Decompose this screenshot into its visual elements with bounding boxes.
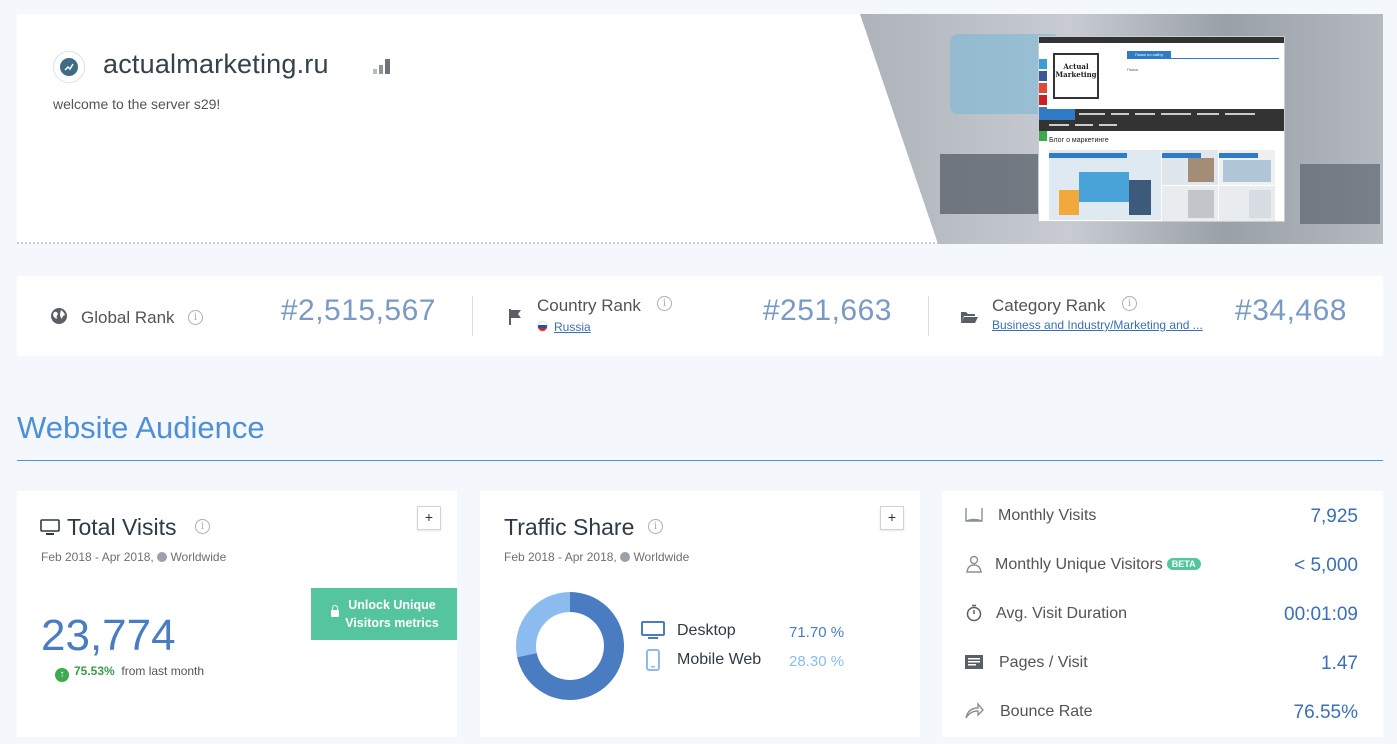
country-rank: Country Rank i Russia #251,663 — [473, 276, 928, 356]
metric-avg-visit-duration: Avg. Visit Duration 00:01:09 — [942, 600, 1383, 630]
section-divider — [17, 460, 1383, 461]
lock-icon — [331, 605, 339, 617]
total-visits-value: 23,774 — [41, 611, 176, 660]
category-link[interactable]: Business and Industry/Marketing and ... — [992, 318, 1207, 332]
globe-icon — [51, 308, 67, 324]
metric-monthly-visits: Monthly Visits 7,925 — [942, 502, 1383, 532]
mobile-web-label: Mobile Web — [677, 651, 762, 668]
add-to-dashboard-button[interactable]: + — [880, 506, 904, 530]
total-visits-period: Feb 2018 - Apr 2018, Worldwide — [41, 550, 227, 564]
preview-blog-title: Блог о маркетинге — [1049, 137, 1109, 144]
info-icon[interactable]: i — [648, 519, 663, 534]
mobile-web-share: 28.30 % — [789, 653, 845, 670]
metric-pages-per-visit: Pages / Visit 1.47 — [942, 649, 1383, 679]
country-rank-value: #251,663 — [762, 294, 892, 327]
stopwatch-icon — [966, 604, 982, 622]
total-visits-change: ↑ 75.53% from last month — [55, 664, 204, 682]
globe-small-icon — [620, 552, 631, 562]
beta-badge: BETA — [1166, 558, 1201, 570]
site-header: actualmarketing.ru welcome to the server… — [17, 14, 1383, 244]
site-preview[interactable]: Actual Marketing Поиск по сайту Поиск Бло… — [860, 14, 1383, 244]
country-rank-label: Country Rank — [537, 296, 641, 315]
globe-small-icon — [157, 552, 168, 562]
unlock-unique-visitors-button[interactable]: Unlock Unique Visitors metrics — [311, 588, 457, 640]
rank-strip: Global Rank i #2,515,567 Country Rank i … — [17, 276, 1383, 356]
folder-icon — [961, 312, 978, 323]
global-rank-value: #2,515,567 — [280, 294, 436, 327]
global-rank-label: Global Rank — [81, 308, 175, 327]
flag-icon — [509, 309, 521, 325]
site-name: actualmarketing.ru — [103, 49, 329, 79]
desktop-share: 71.70 % — [789, 624, 845, 641]
section-title: Website Audience — [17, 410, 265, 445]
metric-monthly-unique-visitors: Monthly Unique Visitors BETA < 5,000 — [942, 551, 1383, 581]
header-divider — [17, 242, 947, 244]
traffic-share-title: Traffic Share — [504, 514, 635, 540]
pages-icon — [965, 655, 983, 669]
mobile-icon — [646, 649, 660, 671]
donut-slice-mobile-web[interactable] — [516, 592, 570, 658]
info-icon[interactable]: i — [188, 310, 203, 325]
up-arrow-icon: ↑ — [55, 668, 69, 682]
category-rank: Category Rank i Business and Industry/Ma… — [929, 276, 1383, 356]
rank-bars-icon[interactable] — [373, 56, 393, 76]
user-icon — [966, 555, 982, 573]
site-description: welcome to the server s29! — [53, 96, 221, 112]
metric-bounce-rate: Bounce Rate 76.55% — [942, 698, 1383, 728]
category-rank-value: #34,468 — [1235, 294, 1347, 327]
traffic-share-donut — [516, 592, 624, 700]
preview-search-button: Поиск по сайту — [1127, 51, 1171, 59]
global-rank: Global Rank i #2,515,567 — [17, 276, 472, 356]
desktop-icon — [641, 621, 665, 639]
category-rank-label: Category Rank — [992, 296, 1106, 315]
total-visits-card: Total Visits i Feb 2018 - Apr 2018, Worl… — [17, 491, 457, 737]
traffic-share-period: Feb 2018 - Apr 2018, Worldwide — [504, 550, 690, 564]
add-to-dashboard-button[interactable]: + — [417, 506, 441, 530]
site-favicon — [53, 51, 85, 83]
preview-logo: Actual Marketing — [1053, 53, 1099, 99]
russia-flag-icon — [537, 321, 548, 332]
total-visits-title: Total Visits — [67, 514, 177, 540]
info-icon[interactable]: i — [657, 296, 672, 311]
traffic-share-card: Traffic Share i Feb 2018 - Apr 2018, Wor… — [480, 491, 920, 737]
bounce-arrow-icon — [965, 702, 984, 719]
engagement-metrics-card: Monthly Visits 7,925 Monthly Unique Visi… — [942, 491, 1383, 737]
info-icon[interactable]: i — [1122, 296, 1137, 311]
desktop-label: Desktop — [677, 622, 736, 639]
site-screenshot: Actual Marketing Поиск по сайту Поиск Бло… — [1038, 36, 1285, 222]
country-link[interactable]: Russia — [554, 320, 591, 334]
book-icon — [965, 508, 983, 522]
info-icon[interactable]: i — [195, 519, 210, 534]
monitor-icon — [40, 519, 60, 535]
